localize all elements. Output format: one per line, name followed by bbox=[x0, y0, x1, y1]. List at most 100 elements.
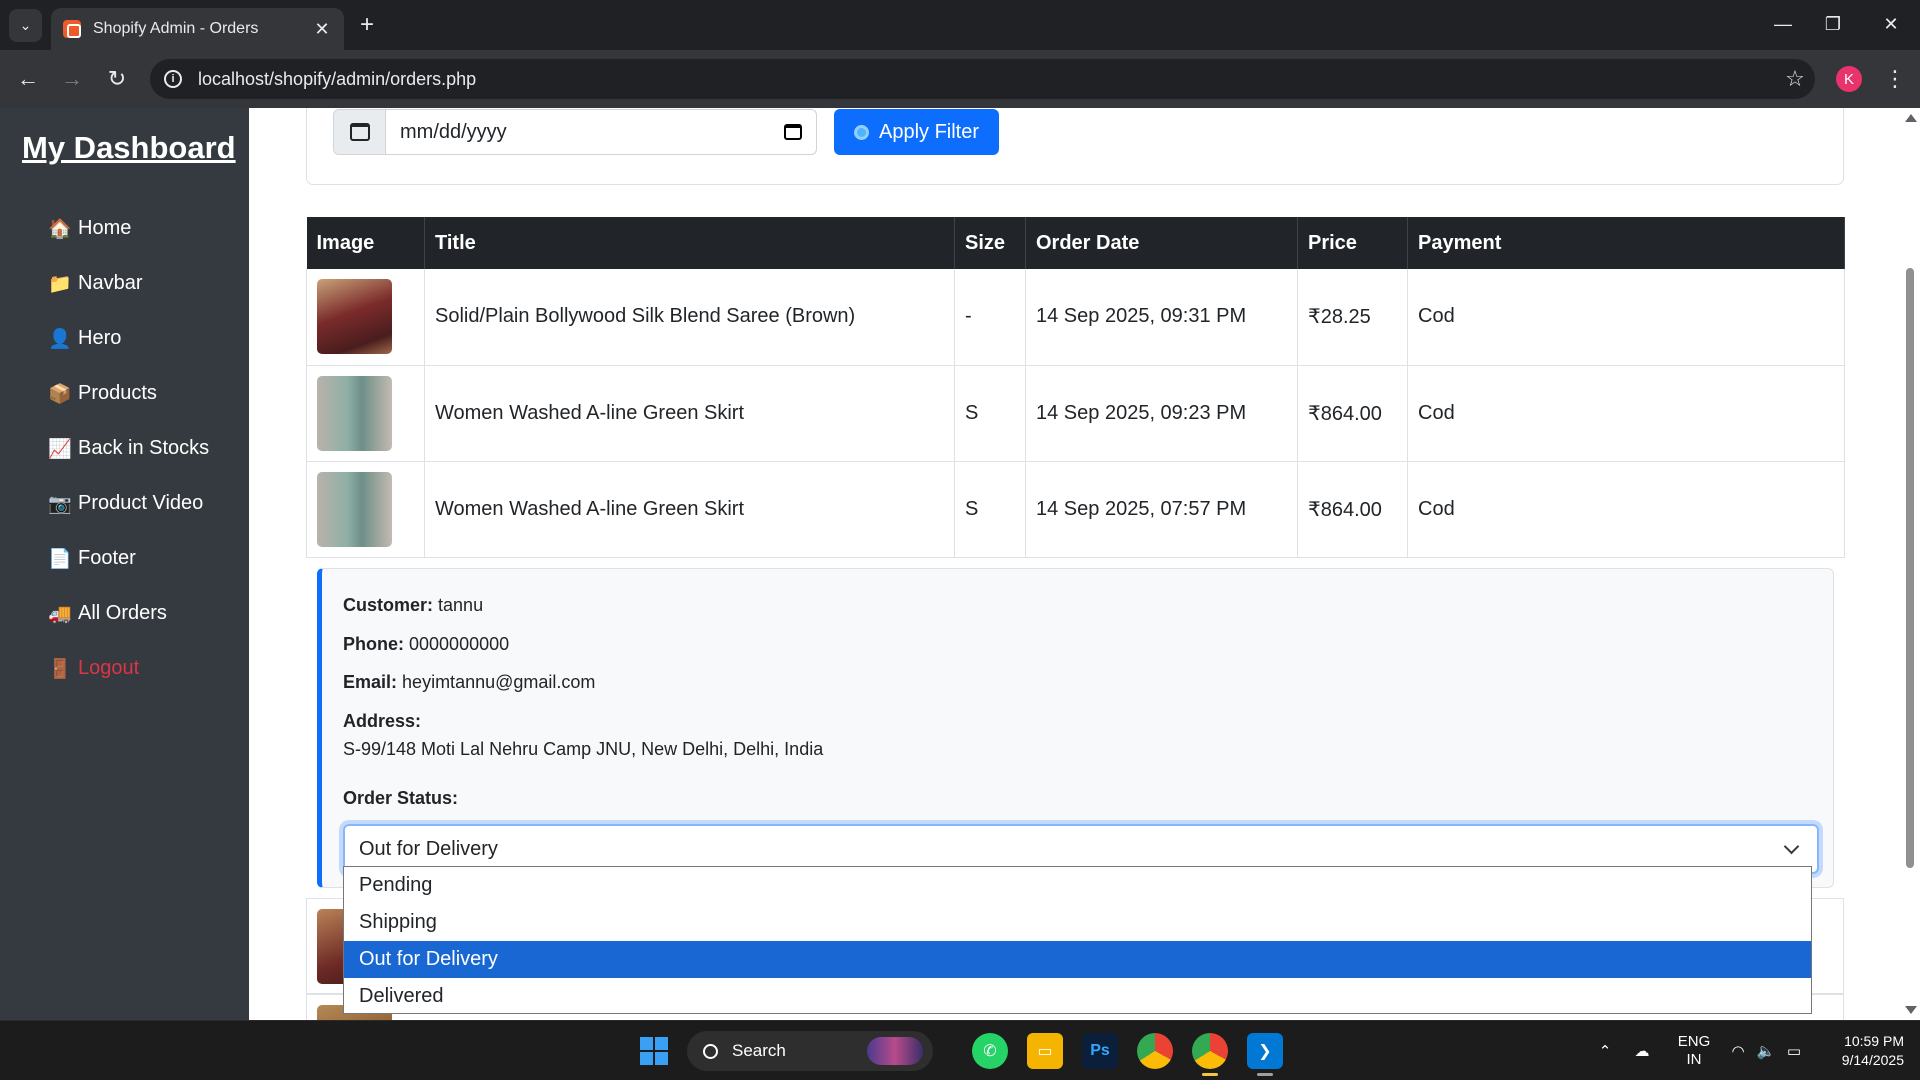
truck-icon: 🚚 bbox=[48, 603, 72, 625]
apply-filter-button[interactable]: Apply Filter bbox=[834, 109, 999, 155]
close-icon: ✕ bbox=[1883, 13, 1899, 34]
title-cell: Women Washed A-line Green Skirt bbox=[424, 365, 955, 462]
status-option-out-for-delivery[interactable]: Out for Delivery bbox=[344, 941, 1811, 978]
orders-table: Image Title Size Order Date Price Paymen… bbox=[306, 217, 1845, 558]
file-explorer-icon[interactable]: ▭ bbox=[1027, 1033, 1063, 1069]
bookmark-star-icon[interactable]: ☆ bbox=[1775, 66, 1815, 92]
brand-link[interactable]: My Dashboard bbox=[22, 130, 236, 166]
taskbar: Search ✆ ▭ Ps ❯ ⌃ ☁ ENG IN ◠ 🔈 ▭ 10:59 P… bbox=[0, 1020, 1920, 1080]
column-header-price: Price bbox=[1297, 217, 1408, 269]
url-text[interactable]: localhost/shopify/admin/orders.php bbox=[198, 69, 1775, 90]
customer-label: Customer: bbox=[343, 595, 434, 615]
clock[interactable]: 10:59 PM 9/14/2025 bbox=[1808, 1032, 1904, 1070]
sidebar-item-label: Products bbox=[78, 382, 157, 404]
profile-avatar[interactable]: K bbox=[1836, 66, 1862, 92]
size-cell: S bbox=[954, 365, 1026, 462]
date-placeholder: mm/dd/yyyy bbox=[400, 120, 507, 143]
restore-button[interactable]: ❐ bbox=[1813, 8, 1853, 40]
sidebar-item-product-video[interactable]: 📷 Product Video bbox=[48, 476, 209, 531]
size-cell: - bbox=[954, 269, 1026, 366]
email-line: Email: heyimtannu@gmail.com bbox=[343, 672, 595, 693]
sidebar-item-hero[interactable]: 👤 Hero bbox=[48, 311, 209, 366]
scroll-up-arrow-icon[interactable] bbox=[1905, 114, 1917, 122]
date-filter-group: mm/dd/yyyy bbox=[333, 109, 817, 155]
chevron-up-icon[interactable]: ⌃ bbox=[1590, 1042, 1620, 1060]
phone-line: Phone: 0000000000 bbox=[343, 634, 509, 655]
sidebar-item-footer[interactable]: 📄 Footer bbox=[48, 531, 209, 586]
column-header-order-date: Order Date bbox=[1025, 217, 1298, 269]
browser-menu-icon[interactable]: ⋮ bbox=[1880, 62, 1910, 96]
sidebar-item-label: Product Video bbox=[78, 492, 204, 514]
date-cell: 14 Sep 2025, 07:57 PM bbox=[1025, 461, 1298, 558]
status-option-pending[interactable]: Pending bbox=[344, 867, 1811, 904]
start-button[interactable] bbox=[636, 1033, 672, 1069]
language-bottom: IN bbox=[1686, 1051, 1702, 1068]
table-row[interactable]: Women Washed A-line Green Skirt S 14 Sep… bbox=[306, 365, 1845, 462]
table-header-row: Image Title Size Order Date Price Paymen… bbox=[306, 217, 1845, 269]
whatsapp-icon[interactable]: ✆ bbox=[972, 1033, 1008, 1069]
wifi-icon[interactable]: ◠ bbox=[1724, 1042, 1752, 1060]
favicon-icon bbox=[63, 20, 81, 38]
address-bar[interactable]: i localhost/shopify/admin/orders.php ☆ bbox=[150, 59, 1815, 99]
folder-icon: 📁 bbox=[48, 273, 72, 295]
site-info-icon[interactable]: i bbox=[164, 70, 182, 88]
search-icon bbox=[703, 1043, 718, 1059]
chevron-down-icon bbox=[1783, 838, 1800, 854]
person-icon: 👤 bbox=[48, 328, 72, 350]
sidebar-item-products[interactable]: 📦 Products bbox=[48, 366, 209, 421]
sidebar-item-navbar[interactable]: 📁 Navbar bbox=[48, 256, 209, 311]
back-button[interactable]: ← bbox=[11, 62, 45, 96]
date-input[interactable]: mm/dd/yyyy bbox=[386, 110, 816, 154]
sidebar-item-logout[interactable]: 🚪 Logout bbox=[48, 641, 209, 696]
battery-icon[interactable]: ▭ bbox=[1780, 1042, 1808, 1060]
close-window-button[interactable]: ✕ bbox=[1871, 8, 1911, 40]
title-cell: Women Washed A-line Green Skirt bbox=[424, 461, 955, 558]
magnifier-icon bbox=[853, 124, 869, 140]
tab-close-icon[interactable]: ✕ bbox=[312, 19, 332, 40]
sidebar-item-back-in-stocks[interactable]: 📈 Back in Stocks bbox=[48, 421, 209, 476]
page-scrollbar[interactable] bbox=[1900, 108, 1920, 1020]
status-option-shipping[interactable]: Shipping bbox=[344, 904, 1811, 941]
search-highlight-image bbox=[867, 1037, 923, 1065]
date-cell: 14 Sep 2025, 09:23 PM bbox=[1025, 365, 1298, 462]
new-tab-button[interactable]: + bbox=[352, 10, 382, 40]
tab-search-button[interactable]: ⌄ bbox=[9, 9, 42, 42]
sidebar: My Dashboard 🏠 Home 📁 Navbar 👤 Hero 📦 Pr… bbox=[0, 108, 249, 1020]
package-icon: 📦 bbox=[48, 383, 72, 405]
product-thumbnail bbox=[317, 471, 392, 547]
system-tray: ⌃ ☁ ENG IN ◠ 🔈 ▭ 10:59 PM 9/14/2025 bbox=[1590, 1021, 1904, 1080]
chrome-profile-icon[interactable] bbox=[1192, 1033, 1228, 1069]
sidebar-item-all-orders[interactable]: 🚚 All Orders bbox=[48, 586, 209, 641]
minimize-icon: — bbox=[1774, 13, 1792, 34]
price-cell: ₹864.00 bbox=[1297, 365, 1408, 462]
address-label-line: Address: bbox=[343, 711, 421, 732]
reload-button[interactable]: ↻ bbox=[100, 62, 134, 96]
browser-tab[interactable]: Shopify Admin - Orders ✕ bbox=[51, 8, 344, 50]
sidebar-item-label: Footer bbox=[78, 547, 136, 569]
volume-icon[interactable]: 🔈 bbox=[1752, 1042, 1780, 1060]
order-status-dropdown: Pending Shipping Out for Delivery Delive… bbox=[343, 866, 1812, 1014]
sidebar-item-home[interactable]: 🏠 Home bbox=[48, 201, 209, 256]
table-row[interactable]: Women Washed A-line Green Skirt S 14 Sep… bbox=[306, 461, 1845, 558]
email-label: Email: bbox=[343, 672, 398, 692]
running-app-indicator bbox=[1257, 1073, 1273, 1076]
chrome-icon[interactable] bbox=[1137, 1033, 1173, 1069]
language-indicator[interactable]: ENG IN bbox=[1664, 1033, 1724, 1069]
date-picker-icon[interactable] bbox=[784, 124, 802, 140]
forward-button[interactable]: → bbox=[55, 62, 89, 96]
scrollbar-thumb[interactable] bbox=[1906, 268, 1914, 868]
table-row[interactable]: Solid/Plain Bollywood Silk Blend Saree (… bbox=[306, 269, 1845, 366]
date-cell: 14 Sep 2025, 09:31 PM bbox=[1025, 269, 1298, 366]
column-header-payment: Payment bbox=[1407, 217, 1845, 269]
scroll-down-arrow-icon[interactable] bbox=[1905, 1006, 1917, 1014]
photoshop-icon[interactable]: Ps bbox=[1082, 1033, 1118, 1069]
customer-line: Customer: tannu bbox=[343, 595, 483, 616]
address-label: Address: bbox=[343, 711, 422, 731]
vscode-icon[interactable]: ❯ bbox=[1247, 1033, 1283, 1069]
restore-icon: ❐ bbox=[1824, 13, 1842, 34]
minimize-button[interactable]: — bbox=[1763, 8, 1803, 40]
cloud-offline-icon[interactable]: ☁ bbox=[1620, 1042, 1664, 1060]
order-details-card: Customer: tannu Phone: 0000000000 Email:… bbox=[317, 568, 1834, 888]
taskbar-search[interactable]: Search bbox=[687, 1031, 933, 1071]
status-option-delivered[interactable]: Delivered bbox=[344, 978, 1811, 1015]
